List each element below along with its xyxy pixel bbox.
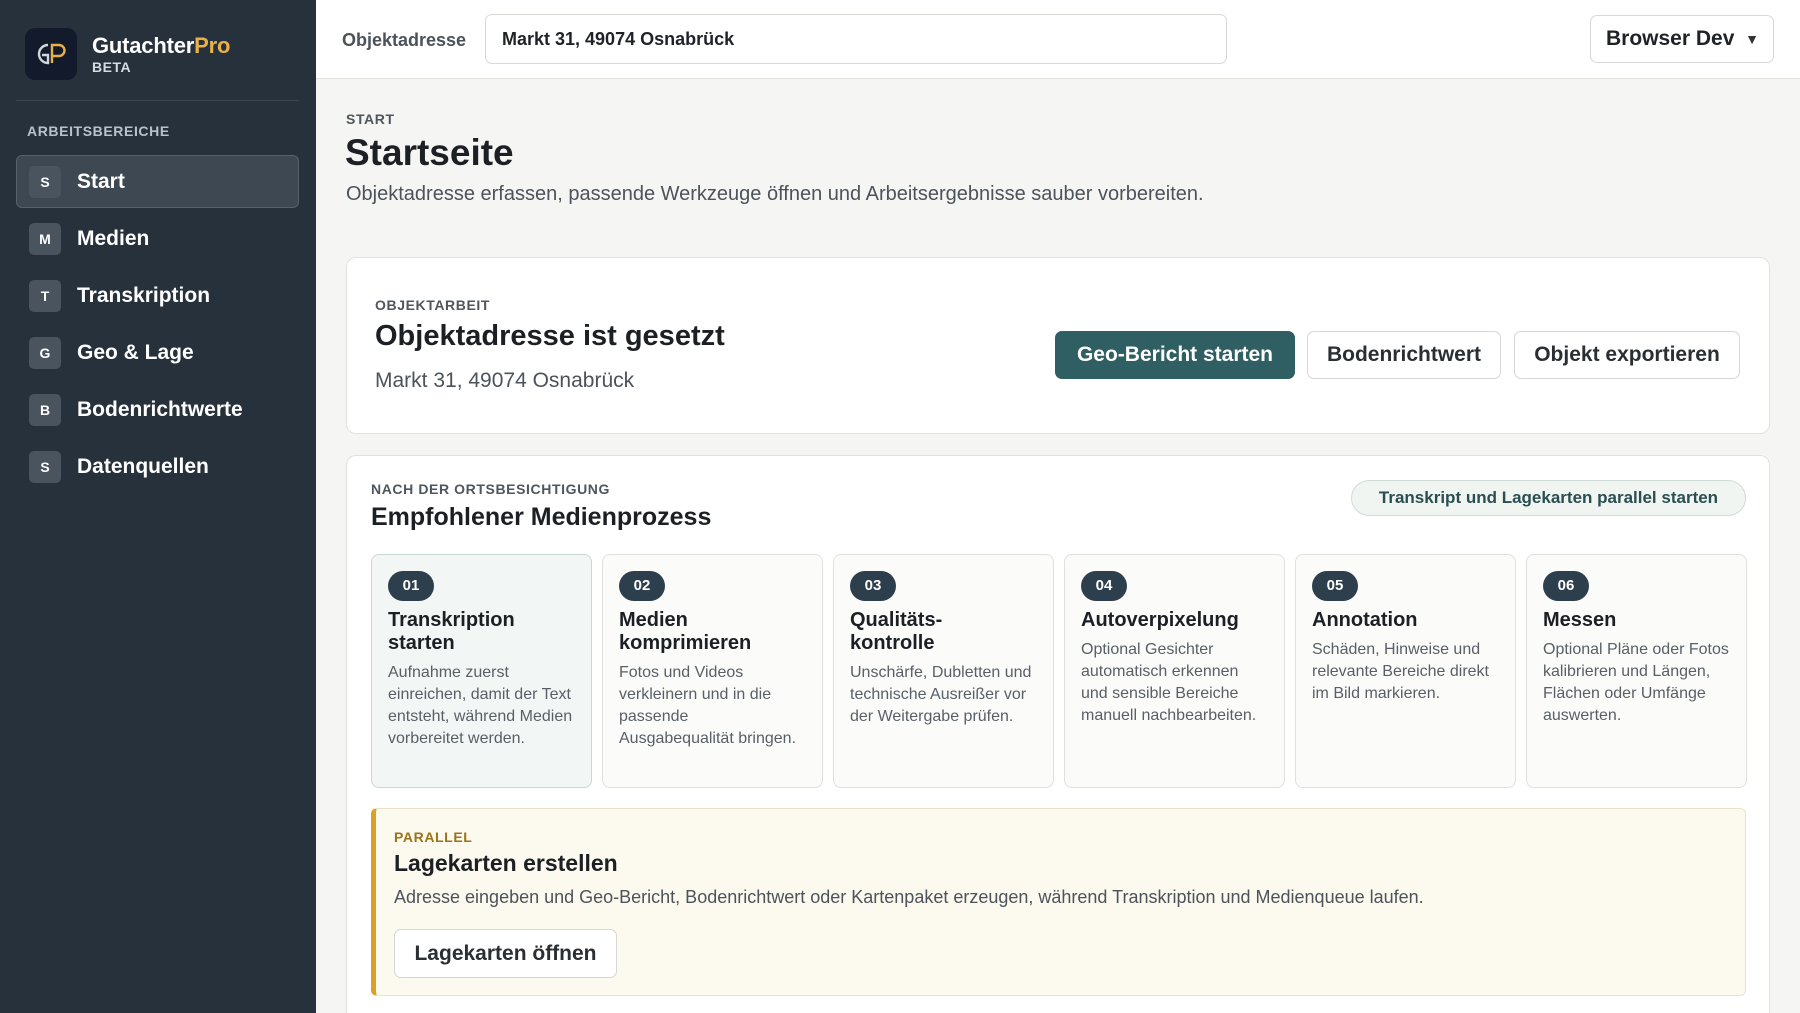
step-card-autoverpixelung[interactable]: 04 Autoverpixelung Optional Gesichter au… <box>1064 554 1285 788</box>
parallel-eyebrow: PARALLEL <box>394 829 473 845</box>
sidebar-item-medien[interactable]: M Medien <box>16 212 299 265</box>
step-description: Aufnahme zuerst einreichen, damit der Te… <box>388 664 573 747</box>
parallel-panel: PARALLEL Lagekarten erstellen Adresse ei… <box>371 808 1746 996</box>
open-location-maps-button[interactable]: Lagekarten öffnen <box>394 929 617 978</box>
parallel-title: Lagekarten erstellen <box>394 850 618 876</box>
step-number: 02 <box>619 571 665 601</box>
sidebar-item-bodenrichtwerte[interactable]: B Bodenrichtwerte <box>16 383 299 436</box>
step-number: 05 <box>1312 571 1358 601</box>
step-number: 06 <box>1543 571 1589 601</box>
step-description: Schäden, Hinweise und relevante Bereiche… <box>1312 641 1489 702</box>
object-card: OBJEKTARBEIT Objektadresse ist gesetzt M… <box>346 257 1770 434</box>
geo-report-button[interactable]: Geo-Bericht starten <box>1055 331 1295 379</box>
step-title: Annotation <box>1312 609 1418 631</box>
step-title: Messen <box>1543 609 1617 631</box>
object-card-title: Objektadresse ist gesetzt <box>375 320 725 352</box>
sidebar-item-label: Geo & Lage <box>77 340 194 364</box>
media-process-title: Empfohlener Medienprozess <box>371 503 712 531</box>
export-object-button[interactable]: Objekt exportieren <box>1514 331 1740 379</box>
sidebar-item-datenquellen[interactable]: S Datenquellen <box>16 440 299 493</box>
sidebar-item-label: Bodenrichtwerte <box>77 397 243 421</box>
media-process-card: NACH DER ORTSBESICHTIGUNG Empfohlener Me… <box>346 455 1770 1013</box>
step-number: 04 <box>1081 571 1127 601</box>
sidebar: GutachterPro BETA ARBEITSBEREICHE S Star… <box>0 0 316 1013</box>
sidebar-item-start[interactable]: S Start <box>16 155 299 208</box>
nav-badge: T <box>29 279 61 312</box>
object-address: Markt 31, 49074 Osnabrück <box>375 369 635 392</box>
brand[interactable]: GutachterPro BETA <box>25 28 230 80</box>
nav-badge: G <box>29 336 61 369</box>
sidebar-section-label: ARBEITSBEREICHE <box>27 123 170 139</box>
step-card-messen[interactable]: 06 Messen Optional Pläne oder Fotos kali… <box>1526 554 1747 788</box>
object-card-eyebrow: OBJEKTARBEIT <box>375 297 491 313</box>
media-process-eyebrow: NACH DER ORTSBESICHTIGUNG <box>371 481 611 497</box>
bodenrichtwert-button[interactable]: Bodenrichtwert <box>1307 331 1501 379</box>
environment-select[interactable]: Browser Dev ▼ <box>1590 15 1774 63</box>
environment-select-value: Browser Dev <box>1606 27 1735 50</box>
step-card-transkription[interactable]: 01 Transkription starten Aufnahme zuerst… <box>371 554 592 788</box>
sidebar-nav: S Start M Medien T Transkription G Geo &… <box>16 155 299 497</box>
brand-name: GutachterPro <box>92 33 231 58</box>
address-input[interactable] <box>485 14 1227 64</box>
page-description: Objektadresse erfassen, passende Werkzeu… <box>346 183 1204 205</box>
step-card-annotation[interactable]: 05 Annotation Schäden, Hinweise und rele… <box>1295 554 1516 788</box>
sidebar-item-transkription[interactable]: T Transkription <box>16 269 299 322</box>
step-description: Fotos und Videos verkleinern und in die … <box>619 664 797 747</box>
start-parallel-button[interactable]: Transkript und Lagekarten parallel start… <box>1351 480 1746 516</box>
sidebar-item-label: Transkription <box>77 283 211 307</box>
brand-name-accent: Pro <box>194 33 231 58</box>
step-title: Transkription starten <box>388 609 515 654</box>
step-number: 03 <box>850 571 896 601</box>
sidebar-item-geo-lage[interactable]: G Geo & Lage <box>16 326 299 379</box>
breadcrumb: START <box>346 111 395 127</box>
nav-badge: M <box>29 222 61 255</box>
nav-badge: B <box>29 393 61 426</box>
step-description: Optional Gesichter automatisch erkennen … <box>1081 641 1257 724</box>
step-title: Qualitäts- kontrolle <box>850 609 943 654</box>
sidebar-item-label: Datenquellen <box>77 454 209 478</box>
step-title: Medien komprimieren <box>619 609 752 654</box>
sidebar-divider <box>16 100 299 101</box>
topbar: Objektadresse Browser Dev ▼ <box>316 0 1800 79</box>
step-number: 01 <box>388 571 434 601</box>
sidebar-item-label: Medien <box>77 226 150 250</box>
brand-badge: BETA <box>92 59 132 75</box>
step-description: Unschärfe, Dubletten und technische Ausr… <box>850 664 1032 725</box>
step-card-komprimieren[interactable]: 02 Medien komprimieren Fotos und Videos … <box>602 554 823 788</box>
address-label: Objektadresse <box>342 30 467 50</box>
caret-down-icon: ▼ <box>1745 31 1759 47</box>
step-description: Optional Pläne oder Fotos kalibrieren un… <box>1543 641 1729 724</box>
step-card-qualitaet[interactable]: 03 Qualitäts- kontrolle Unschärfe, Duble… <box>833 554 1054 788</box>
step-title: Autoverpixelung <box>1081 609 1239 631</box>
nav-badge: S <box>29 450 61 483</box>
sidebar-item-label: Start <box>77 169 125 193</box>
logo-icon <box>25 28 77 80</box>
parallel-description: Adresse eingeben und Geo-Bericht, Bodenr… <box>394 887 1424 907</box>
nav-badge: S <box>29 165 61 198</box>
page-title: Startseite <box>345 132 514 173</box>
